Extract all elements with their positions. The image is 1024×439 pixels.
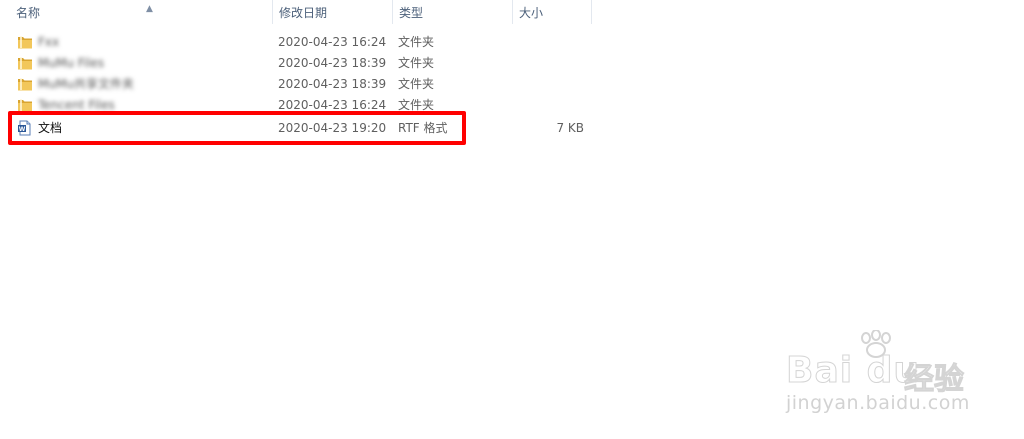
sort-ascending-icon: ▲ bbox=[146, 4, 153, 14]
file-type: 文件夹 bbox=[398, 77, 435, 91]
file-size: 7 KB bbox=[556, 121, 584, 135]
file-row-folder[interactable]: Fxx 2020-04-23 16:24 文件夹 bbox=[0, 32, 1024, 53]
column-header-size-label: 大小 bbox=[519, 6, 544, 20]
file-name: MuMu Files bbox=[38, 56, 105, 70]
column-header-type[interactable]: 类型 bbox=[392, 0, 512, 24]
file-date: 2020-04-23 18:39 bbox=[278, 77, 387, 91]
file-date: 2020-04-23 18:39 bbox=[278, 56, 387, 70]
column-header-date-label: 修改日期 bbox=[279, 6, 328, 20]
folder-icon bbox=[18, 36, 32, 49]
baidu-jingyan-watermark: Bai du 经验 jingyan.baidu.com bbox=[785, 330, 976, 420]
watermark-logo-text: Bai du bbox=[785, 350, 921, 392]
watermark-url: jingyan.baidu.com bbox=[786, 392, 970, 414]
folder-icon bbox=[18, 78, 32, 91]
file-name: MuMu共享文件夹 bbox=[38, 77, 134, 91]
file-type: 文件夹 bbox=[398, 35, 435, 49]
column-header-name-label: 名称 bbox=[16, 6, 41, 20]
highlight-box bbox=[8, 111, 466, 145]
column-header-name[interactable]: 名称 ▲ bbox=[10, 0, 272, 24]
column-header-bar: 名称 ▲ 修改日期 类型 大小 bbox=[0, 0, 1024, 24]
file-row-folder[interactable]: MuMu共享文件夹 2020-04-23 18:39 文件夹 bbox=[0, 74, 1024, 95]
file-type: 文件夹 bbox=[398, 56, 435, 70]
file-name: Fxx bbox=[38, 35, 60, 49]
file-date: 2020-04-23 16:24 bbox=[278, 35, 387, 49]
column-header-date[interactable]: 修改日期 bbox=[272, 0, 392, 24]
folder-icon bbox=[18, 57, 32, 70]
column-header-type-label: 类型 bbox=[399, 6, 424, 20]
column-header-size[interactable]: 大小 bbox=[512, 0, 592, 24]
file-row-folder[interactable]: MuMu Files 2020-04-23 18:39 文件夹 bbox=[0, 53, 1024, 74]
